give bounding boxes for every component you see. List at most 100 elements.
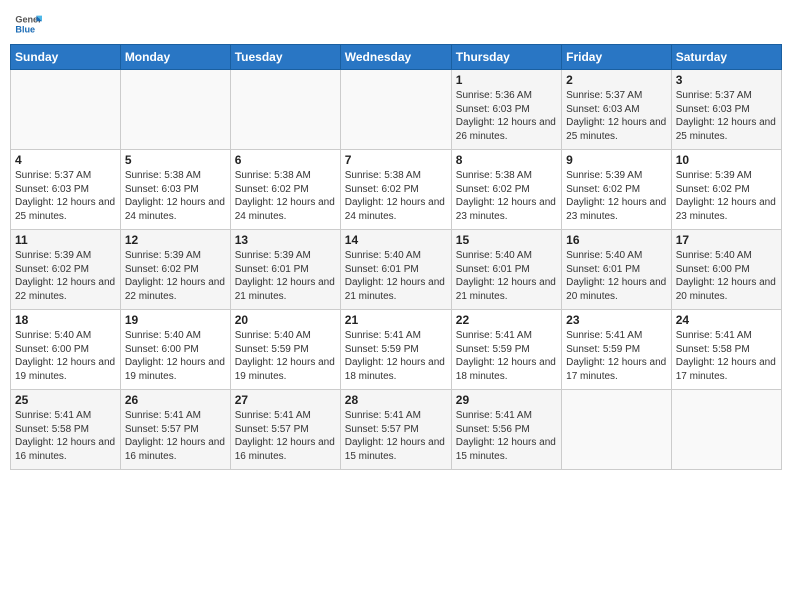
calendar-day-27: 27 Sunrise: 5:41 AMSunset: 5:57 PMDayligh… — [230, 390, 340, 470]
day-info: Sunrise: 5:41 AMSunset: 5:59 PMDaylight:… — [345, 329, 447, 383]
day-number: 11 — [15, 233, 116, 247]
calendar-week-1: 1 Sunrise: 5:36 AMSunset: 6:03 PMDaylight… — [11, 70, 782, 150]
weekday-friday: Friday — [562, 45, 672, 70]
day-number: 8 — [456, 153, 557, 167]
day-number: 6 — [235, 153, 336, 167]
day-number: 26 — [125, 393, 226, 407]
day-number: 1 — [456, 73, 557, 87]
day-info: Sunrise: 5:41 AMSunset: 5:57 PMDaylight:… — [125, 409, 226, 463]
day-info: Sunrise: 5:41 AMSunset: 5:59 PMDaylight:… — [566, 329, 667, 383]
day-number: 15 — [456, 233, 557, 247]
calendar-week-2: 4 Sunrise: 5:37 AMSunset: 6:03 PMDaylight… — [11, 150, 782, 230]
calendar-day-5: 5 Sunrise: 5:38 AMSunset: 6:03 PMDaylight… — [120, 150, 230, 230]
calendar-day-25: 25 Sunrise: 5:41 AMSunset: 5:58 PMDayligh… — [11, 390, 121, 470]
day-info: Sunrise: 5:40 AMSunset: 6:01 PMDaylight:… — [345, 249, 447, 303]
day-info: Sunrise: 5:40 AMSunset: 5:59 PMDaylight:… — [235, 329, 336, 383]
day-number: 24 — [676, 313, 777, 327]
calendar-day-26: 26 Sunrise: 5:41 AMSunset: 5:57 PMDayligh… — [120, 390, 230, 470]
day-number: 25 — [15, 393, 116, 407]
day-number: 18 — [15, 313, 116, 327]
calendar-empty-cell — [120, 70, 230, 150]
calendar-day-28: 28 Sunrise: 5:41 AMSunset: 5:57 PMDayligh… — [340, 390, 451, 470]
calendar-week-3: 11 Sunrise: 5:39 AMSunset: 6:02 PMDayligh… — [11, 230, 782, 310]
weekday-wednesday: Wednesday — [340, 45, 451, 70]
calendar-empty-cell — [230, 70, 340, 150]
day-number: 21 — [345, 313, 447, 327]
day-number: 22 — [456, 313, 557, 327]
day-number: 20 — [235, 313, 336, 327]
day-info: Sunrise: 5:39 AMSunset: 6:01 PMDaylight:… — [235, 249, 336, 303]
weekday-monday: Monday — [120, 45, 230, 70]
calendar-day-9: 9 Sunrise: 5:39 AMSunset: 6:02 PMDaylight… — [562, 150, 672, 230]
logo: General Blue — [14, 10, 42, 38]
calendar-day-23: 23 Sunrise: 5:41 AMSunset: 5:59 PMDayligh… — [562, 310, 672, 390]
calendar-empty-cell — [671, 390, 781, 470]
day-number: 7 — [345, 153, 447, 167]
day-number: 13 — [235, 233, 336, 247]
calendar-day-2: 2 Sunrise: 5:37 AMSunset: 6:03 AMDaylight… — [562, 70, 672, 150]
day-number: 3 — [676, 73, 777, 87]
day-number: 10 — [676, 153, 777, 167]
day-info: Sunrise: 5:40 AMSunset: 6:00 PMDaylight:… — [676, 249, 777, 303]
calendar-day-11: 11 Sunrise: 5:39 AMSunset: 6:02 PMDayligh… — [11, 230, 121, 310]
day-info: Sunrise: 5:41 AMSunset: 5:59 PMDaylight:… — [456, 329, 557, 383]
day-info: Sunrise: 5:41 AMSunset: 5:57 PMDaylight:… — [345, 409, 447, 463]
day-number: 19 — [125, 313, 226, 327]
calendar-day-21: 21 Sunrise: 5:41 AMSunset: 5:59 PMDayligh… — [340, 310, 451, 390]
day-info: Sunrise: 5:40 AMSunset: 6:00 PMDaylight:… — [125, 329, 226, 383]
logo-icon: General Blue — [14, 10, 42, 38]
day-number: 4 — [15, 153, 116, 167]
day-number: 9 — [566, 153, 667, 167]
day-info: Sunrise: 5:39 AMSunset: 6:02 PMDaylight:… — [566, 169, 667, 223]
day-info: Sunrise: 5:37 AMSunset: 6:03 AMDaylight:… — [566, 89, 667, 143]
day-number: 27 — [235, 393, 336, 407]
calendar-day-10: 10 Sunrise: 5:39 AMSunset: 6:02 PMDayligh… — [671, 150, 781, 230]
day-info: Sunrise: 5:37 AMSunset: 6:03 PMDaylight:… — [15, 169, 116, 223]
day-info: Sunrise: 5:40 AMSunset: 6:00 PMDaylight:… — [15, 329, 116, 383]
day-number: 17 — [676, 233, 777, 247]
day-number: 2 — [566, 73, 667, 87]
day-info: Sunrise: 5:38 AMSunset: 6:02 PMDaylight:… — [456, 169, 557, 223]
day-number: 28 — [345, 393, 447, 407]
calendar-day-15: 15 Sunrise: 5:40 AMSunset: 6:01 PMDayligh… — [451, 230, 561, 310]
weekday-header-row: SundayMondayTuesdayWednesdayThursdayFrid… — [11, 45, 782, 70]
day-number: 29 — [456, 393, 557, 407]
day-info: Sunrise: 5:41 AMSunset: 5:58 PMDaylight:… — [15, 409, 116, 463]
day-info: Sunrise: 5:36 AMSunset: 6:03 PMDaylight:… — [456, 89, 557, 143]
page-header: General Blue — [10, 10, 782, 38]
day-info: Sunrise: 5:41 AMSunset: 5:58 PMDaylight:… — [676, 329, 777, 383]
calendar-day-12: 12Sunrise: 5:39 AMSunset: 6:02 PMDayligh… — [120, 230, 230, 310]
day-info: Sunrise: 5:40 AMSunset: 6:01 PMDaylight:… — [456, 249, 557, 303]
weekday-tuesday: Tuesday — [230, 45, 340, 70]
day-number: 14 — [345, 233, 447, 247]
calendar-day-24: 24 Sunrise: 5:41 AMSunset: 5:58 PMDayligh… — [671, 310, 781, 390]
calendar-empty-cell — [340, 70, 451, 150]
weekday-saturday: Saturday — [671, 45, 781, 70]
weekday-sunday: Sunday — [11, 45, 121, 70]
calendar-day-6: 6 Sunrise: 5:38 AMSunset: 6:02 PMDaylight… — [230, 150, 340, 230]
day-info: Sunrise: 5:39 AMSunset: 6:02 PMDaylight:… — [15, 249, 116, 303]
calendar-day-22: 22 Sunrise: 5:41 AMSunset: 5:59 PMDayligh… — [451, 310, 561, 390]
day-info: Sunrise: 5:38 AMSunset: 6:02 PMDaylight:… — [235, 169, 336, 223]
calendar-empty-cell — [562, 390, 672, 470]
day-info: Sunrise: 5:37 AMSunset: 6:03 PMDaylight:… — [676, 89, 777, 143]
calendar-day-3: 3 Sunrise: 5:37 AMSunset: 6:03 PMDaylight… — [671, 70, 781, 150]
day-number: 5 — [125, 153, 226, 167]
day-info: Sunrise: 5:38 AMSunset: 6:02 PMDaylight:… — [345, 169, 447, 223]
calendar-day-18: 18 Sunrise: 5:40 AMSunset: 6:00 PMDayligh… — [11, 310, 121, 390]
day-number: 16 — [566, 233, 667, 247]
day-info: Sunrise: 5:41 AMSunset: 5:57 PMDaylight:… — [235, 409, 336, 463]
calendar-day-14: 14 Sunrise: 5:40 AMSunset: 6:01 PMDayligh… — [340, 230, 451, 310]
calendar-table: SundayMondayTuesdayWednesdayThursdayFrid… — [10, 44, 782, 470]
day-info: Sunrise: 5:39 AMSunset: 6:02 PMDaylight:… — [676, 169, 777, 223]
day-info: Sunrise: 5:38 AMSunset: 6:03 PMDaylight:… — [125, 169, 226, 223]
weekday-thursday: Thursday — [451, 45, 561, 70]
calendar-day-1: 1 Sunrise: 5:36 AMSunset: 6:03 PMDaylight… — [451, 70, 561, 150]
calendar-day-17: 17 Sunrise: 5:40 AMSunset: 6:00 PMDayligh… — [671, 230, 781, 310]
calendar-day-13: 13 Sunrise: 5:39 AMSunset: 6:01 PMDayligh… — [230, 230, 340, 310]
calendar-empty-cell — [11, 70, 121, 150]
day-info: Sunrise: 5:40 AMSunset: 6:01 PMDaylight:… — [566, 249, 667, 303]
day-number: 23 — [566, 313, 667, 327]
day-info: Sunrise: 5:41 AMSunset: 5:56 PMDaylight:… — [456, 409, 557, 463]
calendar-week-5: 25 Sunrise: 5:41 AMSunset: 5:58 PMDayligh… — [11, 390, 782, 470]
